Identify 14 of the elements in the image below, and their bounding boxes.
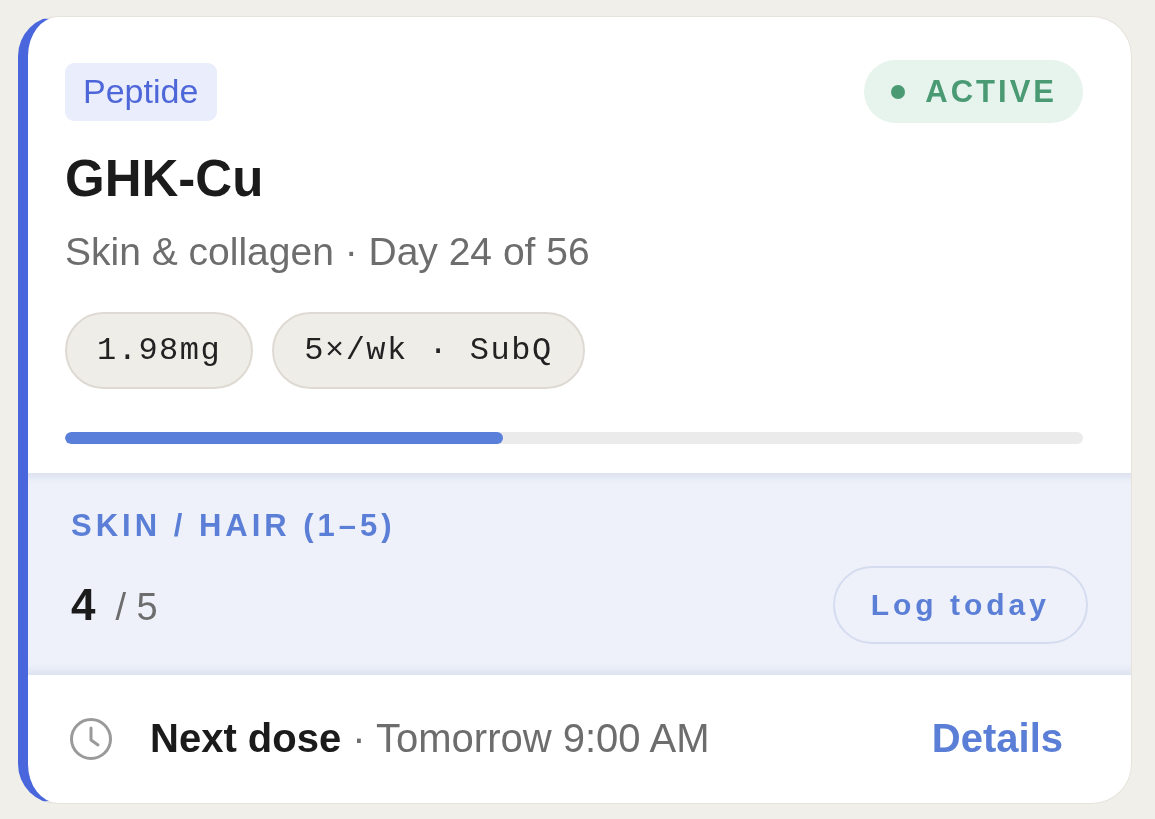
dosage-chip: 1.98mg: [65, 312, 254, 390]
log-today-button[interactable]: Log today: [832, 565, 1088, 644]
medication-name: GHK-Cu: [65, 150, 265, 209]
category-tag: Peptide: [65, 62, 218, 121]
clock-icon: [69, 716, 113, 761]
dosage-chip: 5×/wk · SubQ: [272, 312, 585, 390]
metric-label: SKIN / HAIR (1–5): [71, 507, 397, 545]
score-scale: / 5: [115, 585, 158, 629]
details-link[interactable]: Details: [931, 716, 1063, 762]
status-dot-icon: [891, 84, 906, 99]
medication-summary: Skin & collagen · Day 24 of 56: [65, 228, 591, 275]
next-dose-text: Next dose · Tomorrow 9:00 AM: [150, 716, 710, 762]
status-label: ACTIVE: [925, 73, 1057, 110]
score-value: 4: [71, 579, 96, 630]
